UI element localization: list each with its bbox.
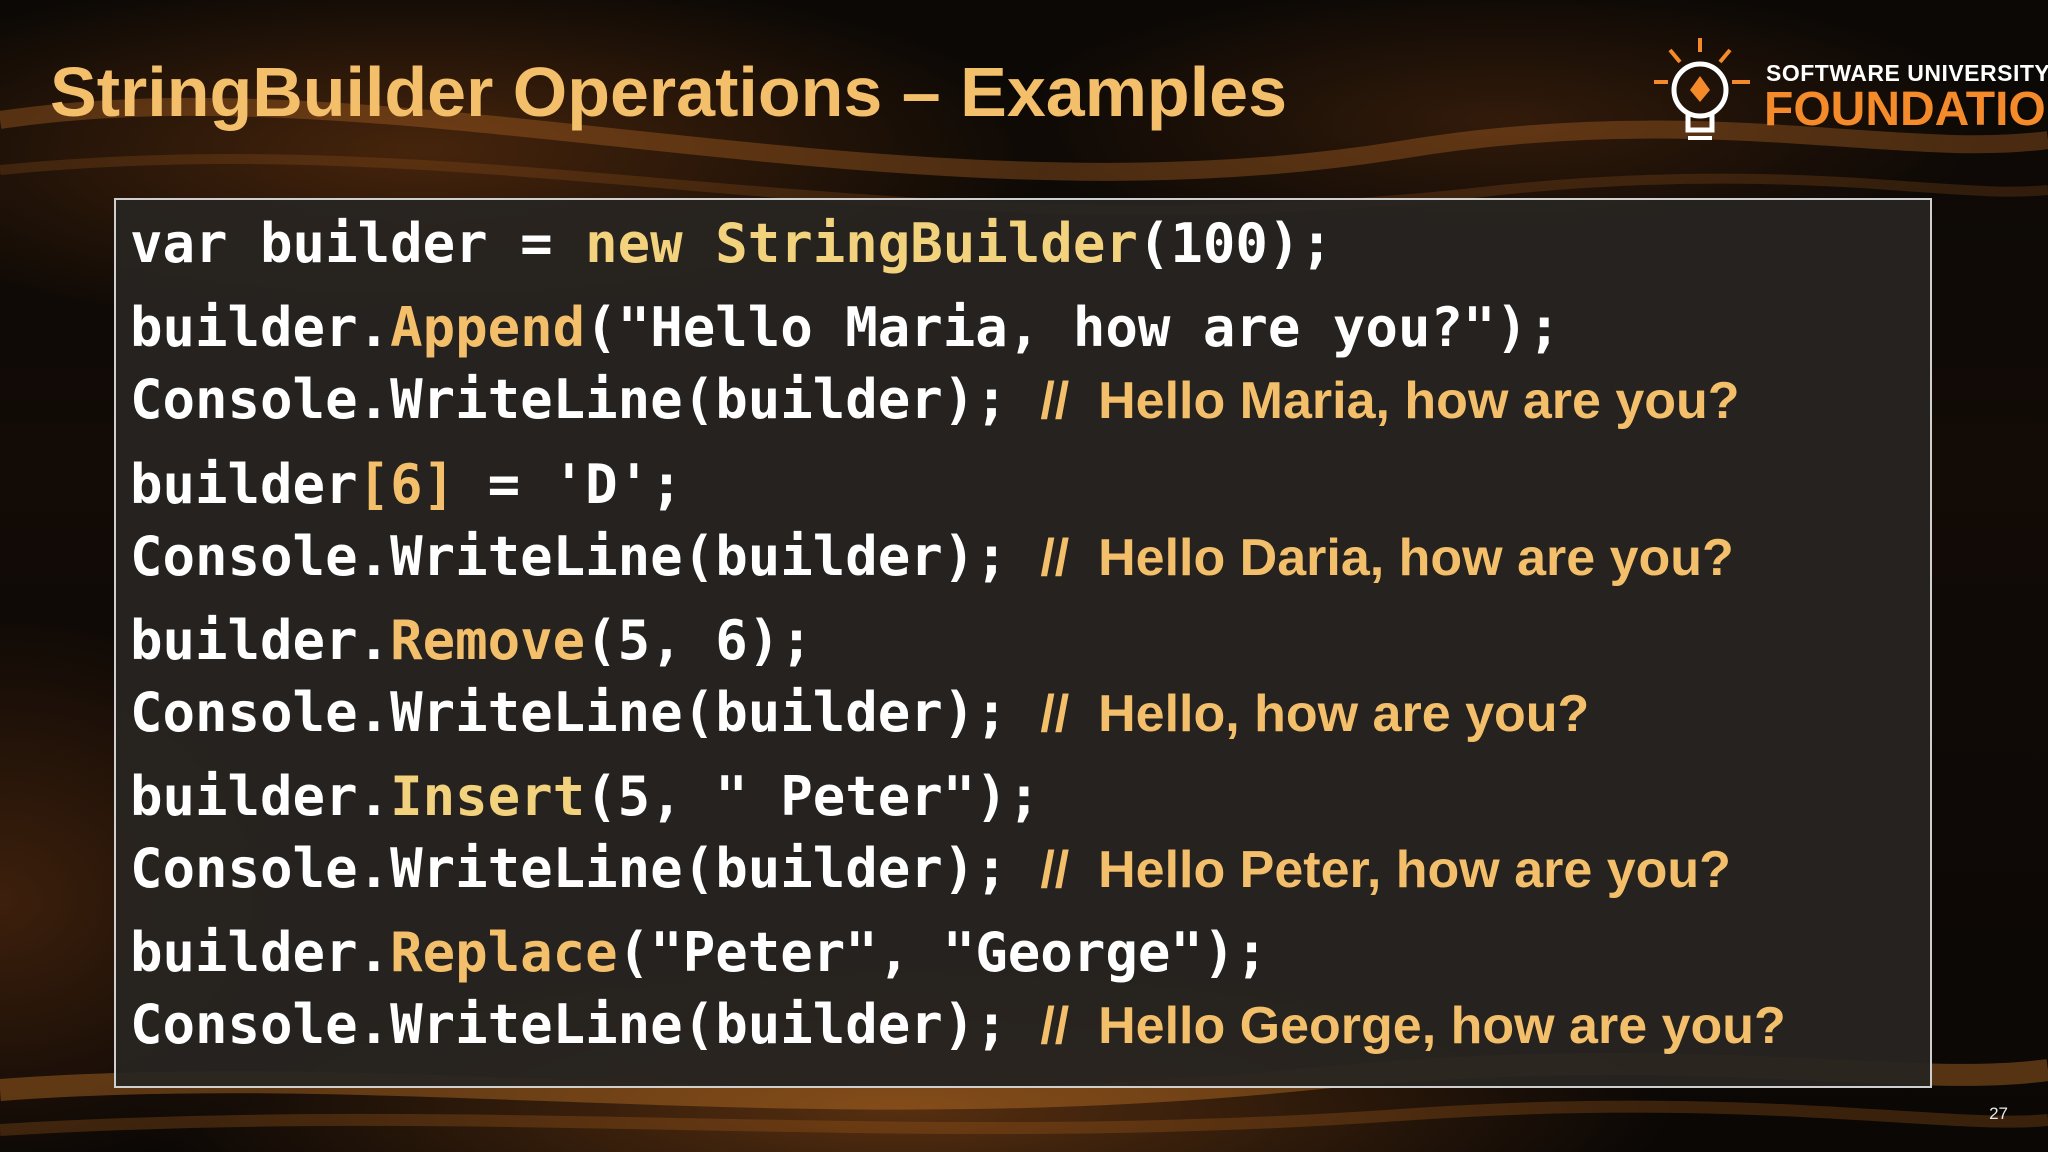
code-keyword: new StringBuilder	[585, 212, 1138, 275]
code-text: Console.WriteLine(builder);	[130, 837, 1041, 900]
code-line-3: Console.WriteLine(builder); // Hello Mar…	[130, 365, 1740, 435]
code-text: var builder =	[130, 212, 586, 275]
code-text: (100);	[1137, 212, 1333, 275]
code-text: = 'D';	[455, 453, 683, 516]
code-line-1: var builder = new StringBuilder(100);	[130, 209, 1333, 279]
code-text: Console.WriteLine(builder);	[130, 993, 1041, 1056]
code-text: builder.	[130, 765, 391, 828]
code-text: Console.WriteLine(builder);	[130, 525, 1041, 588]
logo-text-bottom: FOUNDATION	[1764, 83, 2048, 136]
code-text: (5, 6);	[585, 609, 813, 672]
code-text: builder.	[130, 609, 391, 672]
code-line-5: Console.WriteLine(builder); // Hello Dar…	[130, 522, 1734, 592]
code-method: Append	[390, 296, 586, 359]
code-text: Console.WriteLine(builder);	[130, 681, 1041, 744]
code-index: [6]	[357, 453, 456, 516]
slide-title: StringBuilder Operations – Examples	[50, 53, 1287, 131]
slide-number: 27	[1989, 1104, 2008, 1123]
code-comment: // Hello, how are you?	[1040, 685, 1590, 743]
code-method: Remove	[390, 609, 586, 672]
code-text: ("Peter", "George");	[617, 921, 1268, 984]
code-text: ("Hello Maria, how are you?");	[585, 296, 1561, 359]
code-line-10: builder.Replace("Peter", "George");	[130, 918, 1268, 988]
code-text: Console.WriteLine(builder);	[130, 368, 1041, 431]
code-method: Insert	[390, 765, 586, 828]
code-line-4: builder[6] = 'D';	[130, 450, 683, 520]
code-comment: // Hello Maria, how are you?	[1040, 372, 1740, 430]
code-comment: // Hello Peter, how are you?	[1040, 841, 1731, 899]
lightbulb-icon	[1654, 38, 1750, 140]
code-line-7: Console.WriteLine(builder); // Hello, ho…	[130, 678, 1589, 748]
code-text: (5, " Peter");	[585, 765, 1041, 828]
code-text: builder	[130, 453, 358, 516]
code-line-6: builder.Remove(5, 6);	[130, 606, 813, 676]
code-text: builder.	[130, 921, 391, 984]
code-line-9: Console.WriteLine(builder); // Hello Pet…	[130, 834, 1731, 904]
softuni-foundation-logo: SOFTWARE UNIVERSITY FOUNDATION	[1650, 30, 2048, 160]
code-comment: // Hello George, how are you?	[1040, 997, 1786, 1055]
code-line-11: Console.WriteLine(builder); // Hello Geo…	[130, 990, 1786, 1060]
code-text: builder.	[130, 296, 391, 359]
code-method: Replace	[390, 921, 618, 984]
code-line-8: builder.Insert(5, " Peter");	[130, 762, 1040, 832]
code-comment: // Hello Daria, how are you?	[1040, 529, 1734, 587]
code-line-2: builder.Append("Hello Maria, how are you…	[130, 293, 1561, 363]
